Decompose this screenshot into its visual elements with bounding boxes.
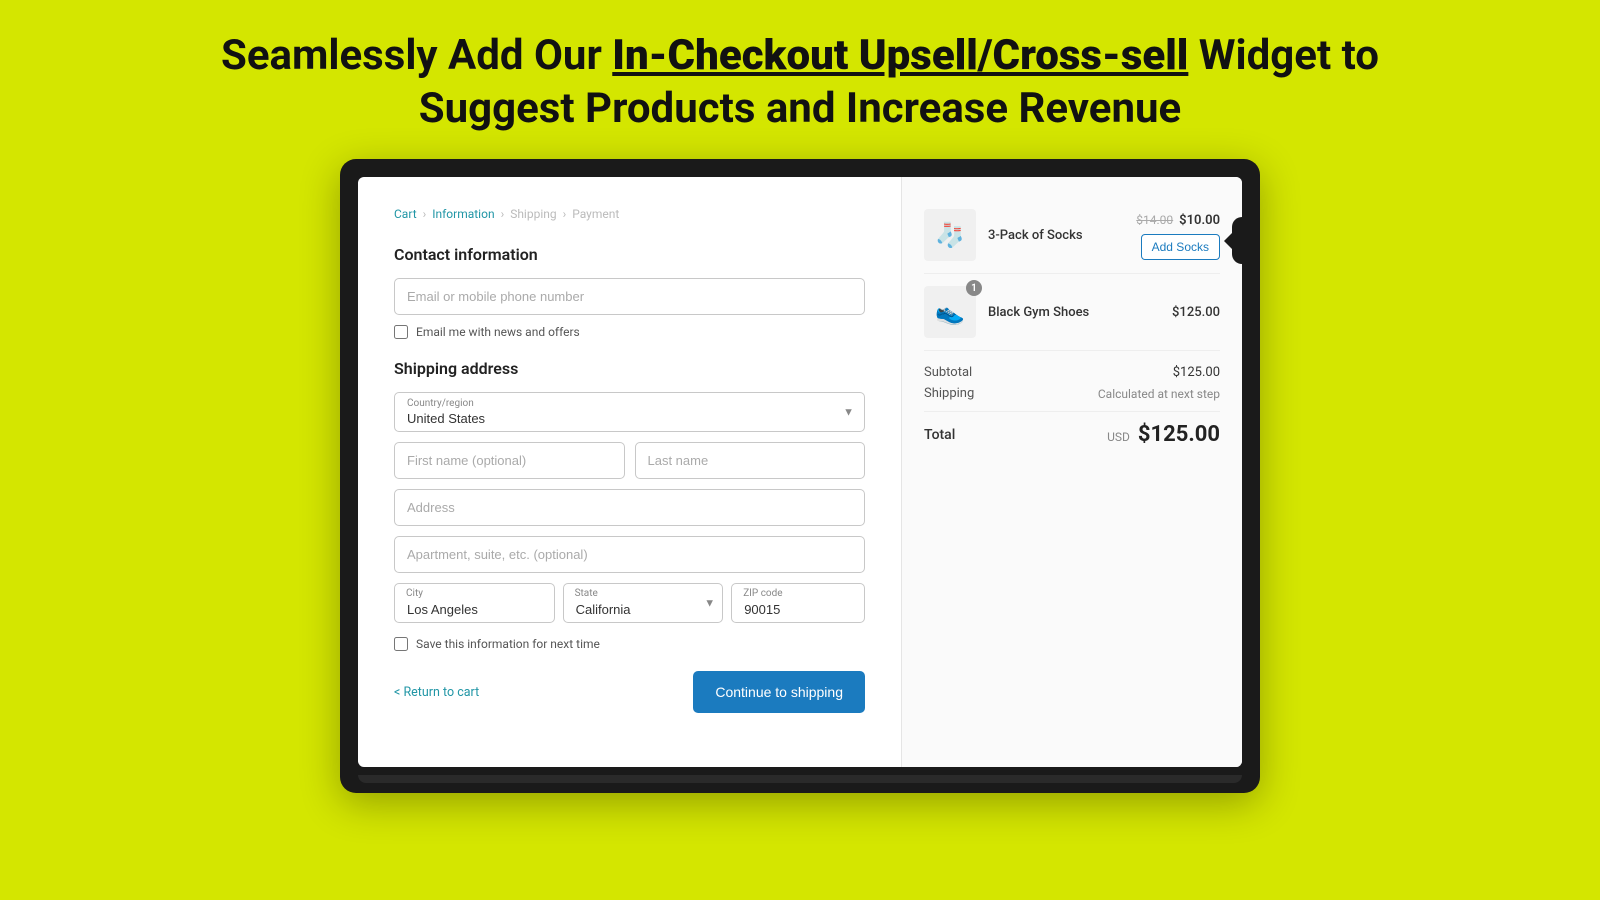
save-checkbox[interactable] [394, 637, 408, 651]
product-item-shoes: 👟 1 Black Gym Shoes $125.00 [924, 274, 1220, 351]
newsletter-label[interactable]: Email me with news and offers [416, 325, 580, 339]
checkout-form-panel: Cart › Information › Shipping › Payment … [358, 177, 902, 767]
total-row: Total USD $125.00 [924, 411, 1220, 447]
subtotal-value: $125.00 [1173, 365, 1220, 380]
newsletter-row: Email me with news and offers [394, 325, 865, 339]
shoes-name: Black Gym Shoes [988, 305, 1160, 320]
form-actions: < Return to cart Continue to shipping [394, 671, 865, 713]
shipping-label: Shipping [924, 386, 974, 401]
socks-image-wrapper: 🧦 [924, 209, 976, 261]
laptop-bottom-bar [358, 775, 1242, 783]
save-label[interactable]: Save this information for next time [416, 637, 600, 651]
socks-sale-price: $10.00 [1179, 213, 1220, 228]
address-group [394, 489, 865, 526]
total-amount: USD $125.00 [1107, 422, 1220, 447]
save-row: Save this information for next time [394, 637, 865, 651]
breadcrumb-sep1: › [423, 207, 427, 221]
continue-to-shipping-button[interactable]: Continue to shipping [693, 671, 865, 713]
shoes-image-wrapper: 👟 1 [924, 286, 976, 338]
socks-prices: $14.00 $10.00 [1136, 213, 1220, 228]
headline: Seamlessly Add Our In-Checkout Upsell/Cr… [200, 30, 1400, 135]
socks-image: 🧦 [924, 209, 976, 261]
shoes-price: $125.00 [1172, 305, 1220, 320]
socks-original-price: $14.00 [1136, 213, 1173, 227]
apt-input[interactable] [394, 536, 865, 573]
socks-right: $14.00 $10.00 Add Socks [1136, 211, 1220, 260]
order-summary: Subtotal $125.00 Shipping Calculated at … [924, 351, 1220, 447]
state-field: State California ▼ [563, 583, 724, 623]
subtotal-row: Subtotal $125.00 [924, 365, 1220, 380]
total-value: $125.00 [1138, 422, 1220, 447]
headline-part1: Seamlessly Add Our [221, 31, 612, 80]
return-to-cart-link[interactable]: < Return to cart [394, 685, 479, 700]
breadcrumb-sep2: › [501, 207, 505, 221]
zip-input[interactable] [731, 583, 865, 623]
email-input[interactable] [394, 278, 865, 315]
order-summary-panel: 🧦 3-Pack of Socks $14.00 $10.00 Add Sock… [902, 177, 1242, 767]
country-wrapper: Country/region United States ▼ [394, 392, 865, 432]
country-select[interactable]: United States [395, 393, 864, 431]
name-row [394, 442, 865, 479]
subtotal-label: Subtotal [924, 365, 972, 380]
last-name-input[interactable] [635, 442, 866, 479]
shipping-row: Shipping Calculated at next step [924, 386, 1220, 401]
total-currency: USD [1107, 430, 1130, 444]
breadcrumb-payment: Payment [572, 207, 619, 221]
email-group [394, 278, 865, 315]
shoes-info: Black Gym Shoes [988, 305, 1160, 320]
product-item-socks: 🧦 3-Pack of Socks $14.00 $10.00 Add Sock… [924, 197, 1220, 274]
shipping-section-title: Shipping address [394, 359, 865, 378]
socks-info: 3-Pack of Socks [988, 228, 1124, 243]
add-socks-button[interactable]: Add Socks [1141, 234, 1220, 260]
headline-bold: In-Checkout Upsell/Cross-sell [612, 31, 1188, 80]
laptop-screen: Cart › Information › Shipping › Payment … [358, 177, 1242, 767]
breadcrumb-shipping: Shipping [510, 207, 556, 221]
breadcrumb-cart[interactable]: Cart [394, 207, 417, 221]
first-name-input[interactable] [394, 442, 625, 479]
total-label: Total [924, 427, 955, 443]
callout-bubble: One-Click, Easy Sale [1232, 217, 1242, 264]
apt-group [394, 536, 865, 573]
contact-section-title: Contact information [394, 245, 865, 264]
breadcrumb-information[interactable]: Information [432, 207, 494, 221]
socks-name: 3-Pack of Socks [988, 228, 1124, 243]
address-input[interactable] [394, 489, 865, 526]
breadcrumb: Cart › Information › Shipping › Payment [394, 207, 865, 221]
shoes-badge: 1 [966, 280, 982, 296]
breadcrumb-sep3: › [563, 207, 567, 221]
newsletter-checkbox[interactable] [394, 325, 408, 339]
shipping-value: Calculated at next step [1098, 387, 1220, 401]
city-input[interactable] [394, 583, 555, 623]
zip-field: ZIP code [731, 583, 865, 623]
laptop-frame: Cart › Information › Shipping › Payment … [340, 159, 1260, 793]
state-select[interactable]: California [563, 583, 724, 623]
city-state-zip-row: City State California ▼ ZIP code [394, 583, 865, 623]
city-field: City [394, 583, 555, 623]
